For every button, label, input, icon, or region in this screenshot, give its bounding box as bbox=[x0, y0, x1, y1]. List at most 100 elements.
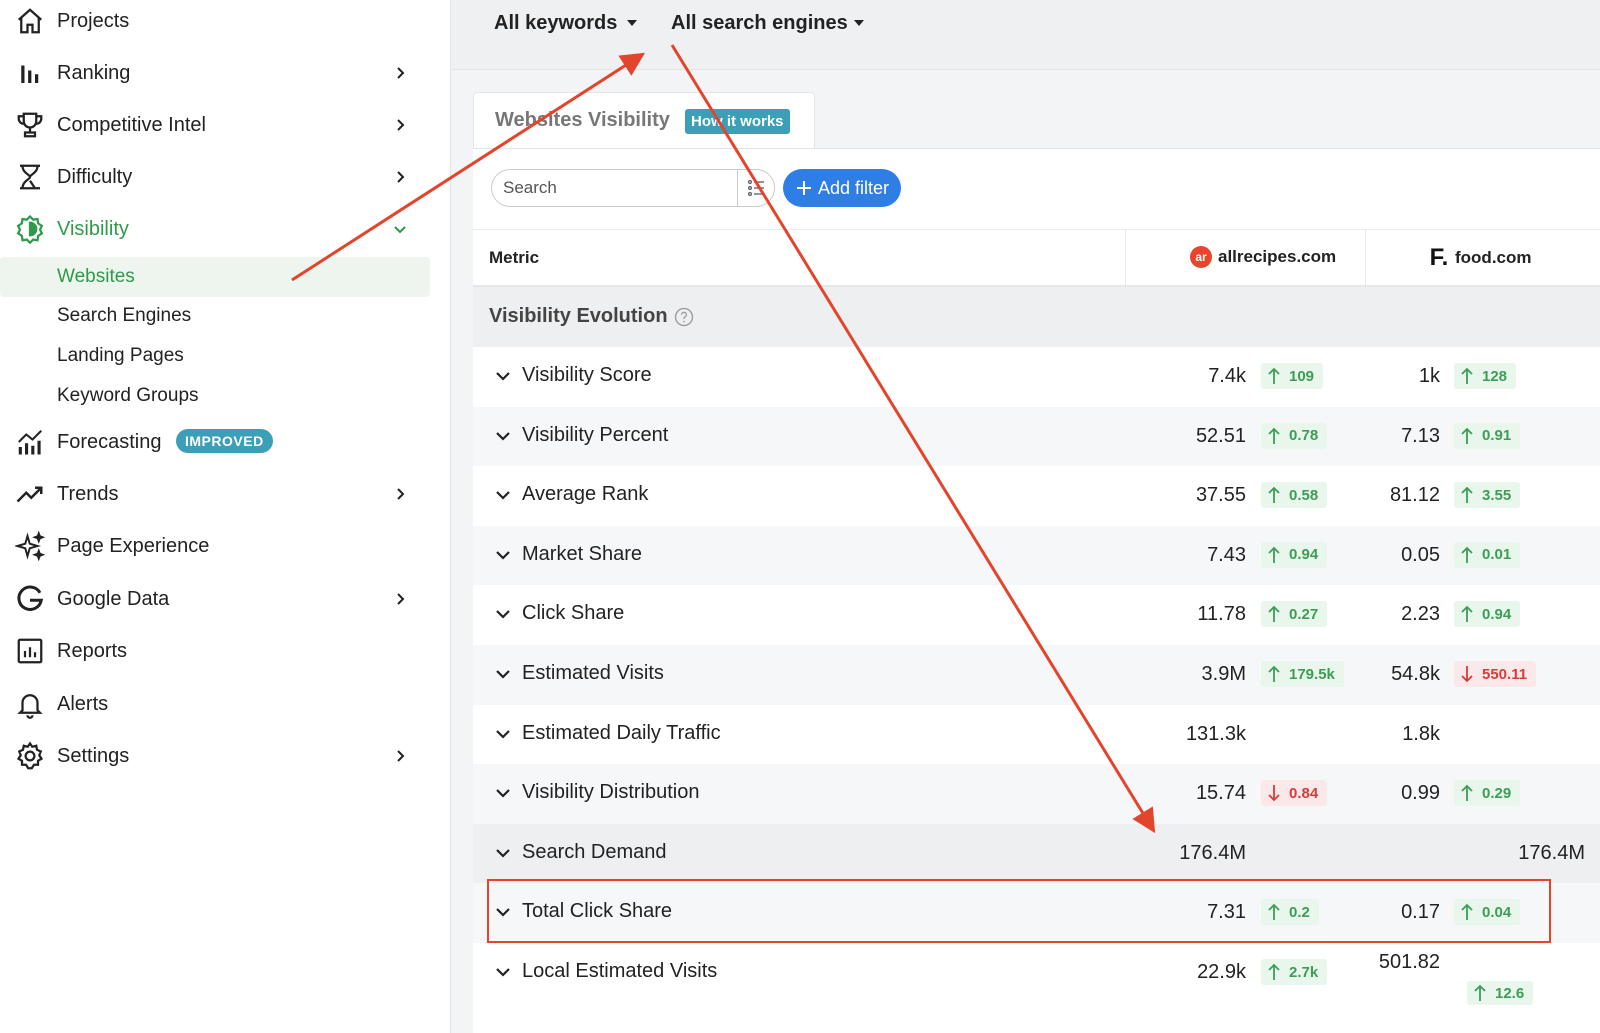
forecast-chart-icon bbox=[14, 426, 46, 458]
food-com-logo: F. bbox=[1429, 244, 1449, 271]
sparkles-icon bbox=[14, 530, 46, 562]
nav-label: Ranking bbox=[57, 61, 131, 84]
nav-label: Competitive Intel bbox=[57, 113, 206, 136]
chevron-down-icon[interactable] bbox=[495, 906, 511, 918]
chevron-down-icon[interactable] bbox=[495, 728, 511, 740]
nav-item-settings[interactable]: Settings bbox=[0, 731, 430, 781]
nav-label: Page Experience bbox=[57, 534, 210, 557]
chevron-down-icon[interactable] bbox=[495, 847, 511, 859]
arrow-up-icon bbox=[1461, 486, 1473, 504]
keywords-dropdown-label: All keywords bbox=[494, 11, 618, 34]
chevron-down-icon[interactable] bbox=[495, 489, 511, 501]
change-badge: 0.04 bbox=[1454, 899, 1521, 926]
change-value: 0.94 bbox=[1482, 605, 1512, 623]
value-food: 2.23 bbox=[1401, 603, 1440, 626]
keywords-dropdown[interactable]: All keywords bbox=[494, 10, 638, 36]
arrow-up-icon bbox=[1268, 606, 1280, 623]
how-it-works-button[interactable]: How it works bbox=[685, 109, 790, 134]
metric-label: Estimated Visits bbox=[522, 662, 664, 684]
change-badge: 0.27 bbox=[1261, 601, 1328, 628]
trend-line-icon bbox=[14, 478, 46, 510]
table-row[interactable]: Visibility Percent 52.51 0.78 7.13 0.91 bbox=[473, 406, 1600, 467]
chevron-down-icon[interactable] bbox=[495, 549, 511, 561]
arrow-up-icon bbox=[1268, 486, 1280, 504]
search-options-button[interactable] bbox=[737, 169, 775, 207]
arrow-up-icon bbox=[1461, 546, 1473, 563]
table-row[interactable]: Local Estimated Visits 22.9k 2.7k 501.82 12.… bbox=[473, 943, 1600, 1005]
value-allrecipes: 131.3k bbox=[1185, 722, 1246, 745]
chevron-down-icon[interactable] bbox=[495, 668, 511, 680]
value-allrecipes: 3.9M bbox=[1201, 663, 1246, 685]
table-row[interactable]: Visibility Distribution 15.74 0.84 0.99 0.29 bbox=[473, 764, 1600, 824]
chevron-down-icon[interactable] bbox=[495, 370, 511, 382]
table-row[interactable]: Estimated Daily Traffic 131.3k 1.8k bbox=[473, 705, 1600, 765]
search-engines-dropdown[interactable]: All search engines bbox=[671, 10, 864, 36]
search-input[interactable]: Search bbox=[491, 169, 737, 207]
caret-down-icon bbox=[627, 20, 638, 26]
sidebar-subitem-websites[interactable]: Websites bbox=[0, 257, 430, 297]
arrow-down-icon bbox=[1268, 785, 1280, 802]
google-g-icon bbox=[14, 583, 46, 615]
value-food: 81.12 bbox=[1389, 484, 1440, 507]
nav-item-projects[interactable]: Projects bbox=[0, 0, 430, 46]
nav-item-page-experience[interactable]: Page Experience bbox=[0, 521, 430, 571]
chevron-down-icon bbox=[394, 226, 406, 234]
change-badge: 0.29 bbox=[1454, 780, 1521, 807]
nav-item-competitive-intel[interactable]: Competitive Intel bbox=[0, 100, 430, 150]
nav-item-visibility[interactable]: Visibility bbox=[0, 204, 430, 254]
sidebar-subitem-landing-pages[interactable]: Landing Pages bbox=[0, 336, 430, 376]
sidebar-subitem-keyword-groups[interactable]: Keyword Groups bbox=[0, 376, 430, 416]
sidebar: Projects Ranking Competitive Intel Diffi… bbox=[0, 0, 450, 1033]
arrow-up-icon bbox=[1268, 665, 1280, 682]
sidebar-subitem-search-engines[interactable]: Search Engines bbox=[0, 296, 430, 336]
table-row[interactable]: Average Rank 37.55 0.58 81.12 3.55 bbox=[473, 466, 1600, 526]
nav-item-google-data[interactable]: Google Data bbox=[0, 574, 430, 624]
chevron-down-icon[interactable] bbox=[495, 608, 511, 620]
site-header-allrecipes[interactable]: ar allrecipes.com bbox=[1190, 246, 1336, 268]
nav-item-reports[interactable]: Reports bbox=[0, 626, 430, 676]
change-badge: 0.94 bbox=[1454, 601, 1521, 628]
value-food: 1k bbox=[1418, 365, 1440, 387]
nav-item-ranking[interactable]: Ranking bbox=[0, 48, 430, 98]
chevron-down-icon[interactable] bbox=[495, 430, 511, 442]
value-allrecipes: 7.31 bbox=[1207, 901, 1246, 924]
gear-icon bbox=[14, 740, 46, 772]
table-row[interactable]: Market Share 7.43 0.94 0.05 0.01 bbox=[473, 525, 1600, 586]
chevron-down-icon[interactable] bbox=[495, 787, 511, 799]
nav-item-forecasting[interactable]: Forecasting IMPROVED bbox=[0, 417, 430, 467]
arrow-up-icon bbox=[1268, 963, 1280, 980]
bar-chart-icon bbox=[14, 57, 46, 89]
tab-websites-visibility[interactable]: Websites Visibility How it works bbox=[473, 92, 815, 150]
value-food: 176.4M bbox=[1518, 841, 1585, 864]
help-icon[interactable] bbox=[674, 307, 694, 327]
nav-label: Search Engines bbox=[57, 305, 192, 326]
difficulty-gauge-icon bbox=[14, 161, 46, 193]
site-header-food[interactable]: F. food.com bbox=[1428, 244, 1532, 271]
table-row[interactable]: Click Share 11.78 0.27 2.23 0.94 bbox=[473, 585, 1600, 645]
change-value: 109 bbox=[1289, 367, 1315, 385]
metric-label: Visibility Score bbox=[522, 364, 652, 386]
nav-item-trends[interactable]: Trends bbox=[0, 469, 430, 519]
section-title-text: Visibility Evolution bbox=[489, 305, 668, 327]
trophy-icon bbox=[14, 109, 46, 141]
chevron-right-icon bbox=[397, 119, 405, 131]
nav-item-alerts[interactable]: Alerts bbox=[0, 679, 430, 729]
nav-label: Google Data bbox=[57, 587, 170, 610]
table-row[interactable]: Visibility Score 7.4k 109 1k 128 bbox=[473, 347, 1600, 407]
metric-label: Estimated Daily Traffic bbox=[522, 721, 721, 744]
nav-item-difficulty[interactable]: Difficulty bbox=[0, 152, 430, 202]
arrow-up-icon bbox=[1461, 784, 1473, 802]
metric-label: Visibility Distribution bbox=[522, 781, 700, 804]
add-filter-button[interactable]: Add filter bbox=[783, 169, 901, 207]
home-icon bbox=[14, 5, 46, 37]
value-allrecipes: 37.55 bbox=[1195, 484, 1246, 507]
table-row[interactable]: Total Click Share 7.31 0.2 0.17 0.04 bbox=[473, 883, 1600, 943]
chevron-down-icon[interactable] bbox=[495, 966, 511, 978]
metric-label: Click Share bbox=[522, 602, 625, 625]
table-row[interactable]: Search Demand 176.4M 176.4M bbox=[473, 823, 1600, 884]
table-row[interactable]: Estimated Visits 3.9M 179.5k 54.8k 550.11 bbox=[473, 645, 1600, 705]
nav-label: Keyword Groups bbox=[57, 385, 199, 406]
search-placeholder: Search bbox=[503, 178, 557, 197]
nav-label: Settings bbox=[57, 744, 130, 767]
allrecipes-logo: ar bbox=[1190, 246, 1212, 268]
